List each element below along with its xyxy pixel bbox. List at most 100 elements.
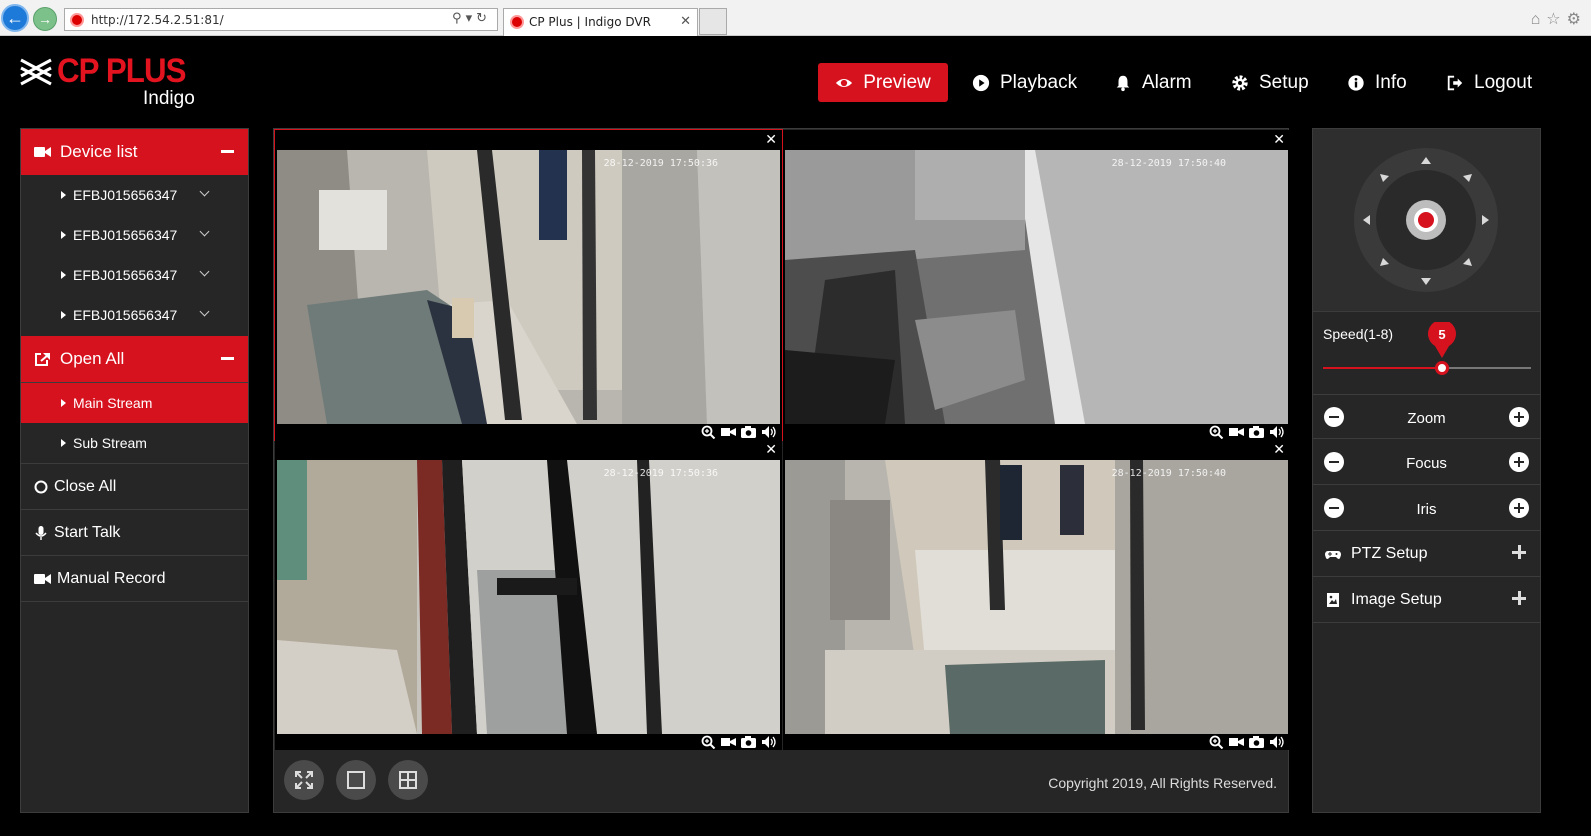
record-video-icon[interactable] bbox=[721, 425, 736, 439]
camera-feed[interactable]: 28-12-2019 17:50:40 bbox=[785, 460, 1288, 734]
address-tools-icons[interactable]: ⚲▾↻ bbox=[452, 11, 491, 26]
chevron-down-icon[interactable] bbox=[199, 266, 210, 277]
nav-logout[interactable]: Logout bbox=[1446, 63, 1532, 102]
close-icon[interactable]: ✕ bbox=[1273, 442, 1285, 456]
zoom-in-icon[interactable] bbox=[1209, 735, 1224, 749]
nav-preview[interactable]: Preview bbox=[818, 63, 948, 102]
new-tab-button[interactable] bbox=[699, 8, 727, 35]
image-file-icon bbox=[1327, 592, 1339, 607]
device-item[interactable]: EFBJ015656347 bbox=[21, 215, 248, 255]
ptz-joystick[interactable] bbox=[1313, 129, 1540, 312]
camera-toolbar bbox=[701, 425, 776, 439]
iris-plus-button[interactable] bbox=[1509, 498, 1529, 518]
nav-playback[interactable]: Playback bbox=[972, 63, 1077, 102]
nav-alarm[interactable]: Alarm bbox=[1114, 63, 1192, 102]
logo-mark-icon bbox=[20, 58, 52, 86]
camera-feed[interactable]: 28-12-2019 17:50:40 bbox=[785, 150, 1288, 424]
audio-speaker-icon[interactable] bbox=[761, 735, 776, 749]
camera-cell-2[interactable]: ✕ 28-12-2019 17:50:40 bbox=[783, 130, 1290, 440]
nav-preview-label: Preview bbox=[863, 71, 931, 93]
browser-home-favorites-settings-icons[interactable]: ⌂☆⚙ bbox=[1531, 9, 1587, 29]
close-icon[interactable]: ✕ bbox=[765, 442, 777, 456]
snapshot-camera-icon[interactable] bbox=[741, 735, 756, 749]
device-list-header[interactable]: Device list bbox=[21, 129, 248, 175]
chevron-down-icon[interactable] bbox=[199, 186, 210, 197]
zoom-in-button[interactable] bbox=[1509, 407, 1529, 427]
record-video-icon[interactable] bbox=[1229, 735, 1244, 749]
browser-back-button[interactable]: ← bbox=[1, 4, 29, 32]
audio-speaker-icon[interactable] bbox=[1269, 425, 1284, 439]
quad-view-button[interactable] bbox=[388, 760, 428, 800]
gamepad-icon bbox=[1325, 550, 1341, 559]
fullscreen-button[interactable] bbox=[284, 760, 324, 800]
close-icon[interactable]: ✕ bbox=[1273, 132, 1285, 146]
chevron-down-icon[interactable] bbox=[199, 226, 210, 237]
camera-cell-3[interactable]: ✕ 28-12-2019 17:50:36 bbox=[275, 440, 782, 750]
speed-slider-fill bbox=[1323, 367, 1442, 369]
start-talk-button[interactable]: Start Talk bbox=[21, 510, 248, 556]
fullscreen-icon bbox=[295, 771, 313, 789]
camera-timestamp: 28-12-2019 17:50:40 bbox=[1111, 158, 1226, 169]
nav-setup[interactable]: Setup bbox=[1231, 63, 1309, 102]
image-setup-row[interactable]: Image Setup bbox=[1313, 577, 1540, 623]
focus-plus-button[interactable] bbox=[1509, 452, 1529, 472]
zoom-in-icon[interactable] bbox=[1209, 425, 1224, 439]
audio-speaker-icon[interactable] bbox=[1269, 735, 1284, 749]
device-item[interactable]: EFBJ015656347 bbox=[21, 175, 248, 215]
record-video-icon[interactable] bbox=[1229, 425, 1244, 439]
tab-favicon-icon bbox=[510, 15, 524, 29]
open-all-header[interactable]: Open All bbox=[21, 336, 248, 382]
nav-logout-label: Logout bbox=[1474, 71, 1533, 93]
camera-feed[interactable]: 28-12-2019 17:50:36 bbox=[277, 460, 780, 734]
collapse-minus-icon[interactable] bbox=[221, 357, 234, 360]
zoom-in-icon[interactable] bbox=[701, 735, 716, 749]
focus-label: Focus bbox=[1406, 455, 1447, 472]
zoom-in-icon[interactable] bbox=[701, 425, 716, 439]
browser-forward-button[interactable]: → bbox=[33, 7, 57, 31]
camera-feed-image bbox=[785, 460, 1288, 734]
snapshot-camera-icon[interactable] bbox=[741, 425, 756, 439]
camera-cell-4[interactable]: ✕ 28-12-2019 17:50:40 bbox=[783, 440, 1290, 750]
sub-stream-option[interactable]: Sub Stream bbox=[21, 423, 248, 463]
main-stream-label: Main Stream bbox=[73, 395, 153, 411]
address-bar[interactable]: http://172.54.2.51:81/ ⚲▾↻ bbox=[64, 8, 498, 31]
tab-close-icon[interactable]: ✕ bbox=[680, 14, 691, 29]
expand-plus-icon[interactable] bbox=[1512, 545, 1526, 559]
close-all-button[interactable]: Close All bbox=[21, 464, 248, 510]
collapse-minus-icon[interactable] bbox=[221, 150, 234, 153]
camera-timestamp: 28-12-2019 17:50:40 bbox=[1111, 468, 1226, 479]
camera-feed[interactable]: 28-12-2019 17:50:36 bbox=[277, 150, 780, 424]
browser-tab[interactable]: CP Plus | Indigo DVR ✕ bbox=[503, 8, 698, 36]
tab-title: CP Plus | Indigo DVR bbox=[529, 15, 651, 29]
site-favicon-icon bbox=[70, 13, 84, 27]
single-layout-icon bbox=[347, 771, 365, 789]
camera-feed-image bbox=[785, 150, 1288, 424]
nav-info-label: Info bbox=[1375, 71, 1407, 93]
microphone-icon bbox=[35, 525, 47, 540]
device-item[interactable]: EFBJ015656347 bbox=[21, 255, 248, 295]
iris-label: Iris bbox=[1416, 501, 1437, 518]
nav-info[interactable]: Info bbox=[1347, 63, 1407, 102]
video-camera-icon bbox=[34, 147, 51, 157]
single-view-button[interactable] bbox=[336, 760, 376, 800]
manual-record-button[interactable]: Manual Record bbox=[21, 556, 248, 602]
main-stream-option[interactable]: Main Stream bbox=[21, 383, 248, 423]
focus-control: Focus bbox=[1313, 440, 1540, 485]
device-item[interactable]: EFBJ015656347 bbox=[21, 295, 248, 335]
address-url: http://172.54.2.51:81/ bbox=[91, 13, 224, 27]
camera-timestamp: 28-12-2019 17:50:36 bbox=[603, 158, 718, 169]
ptz-setup-row[interactable]: PTZ Setup bbox=[1313, 531, 1540, 577]
close-icon[interactable]: ✕ bbox=[765, 132, 777, 146]
record-video-icon[interactable] bbox=[721, 735, 736, 749]
speed-slider-thumb[interactable] bbox=[1435, 361, 1449, 375]
caret-right-icon bbox=[61, 271, 66, 279]
chevron-down-icon[interactable] bbox=[199, 306, 210, 317]
camera-cell-1[interactable]: ✕ 28-12-2019 17:50:36 bbox=[274, 129, 783, 441]
speed-slider[interactable]: 5 bbox=[1323, 319, 1531, 375]
nav-playback-label: Playback bbox=[1000, 71, 1078, 93]
snapshot-camera-icon[interactable] bbox=[1249, 735, 1264, 749]
snapshot-camera-icon[interactable] bbox=[1249, 425, 1264, 439]
video-camera-icon bbox=[34, 573, 51, 584]
audio-speaker-icon[interactable] bbox=[761, 425, 776, 439]
expand-plus-icon[interactable] bbox=[1512, 591, 1526, 605]
